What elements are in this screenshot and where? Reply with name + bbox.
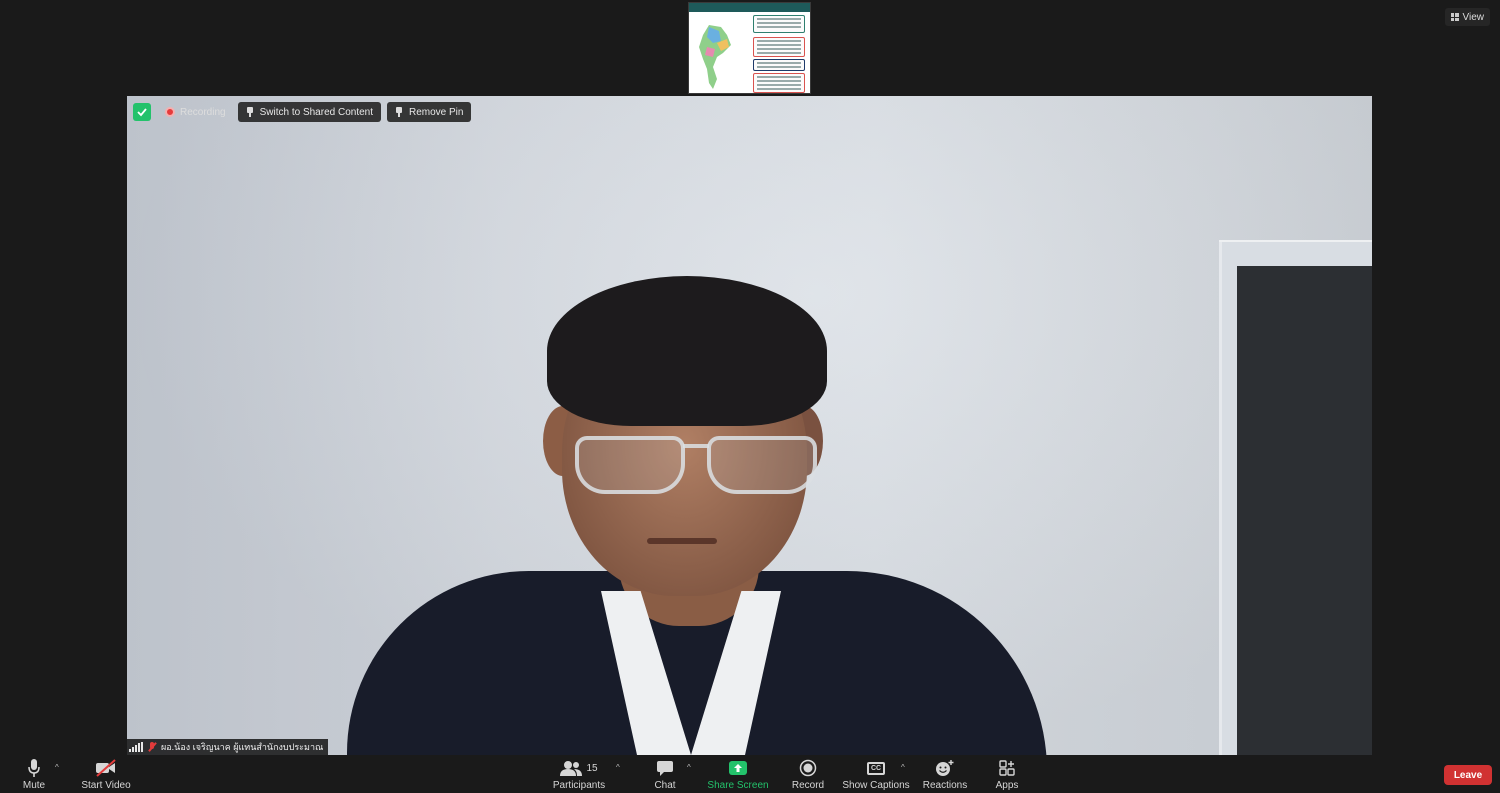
participants-button[interactable]: 15 Participants xyxy=(553,757,605,791)
chat-options-chevron-icon[interactable]: ^ xyxy=(687,763,691,772)
recording-indicator[interactable]: Recording xyxy=(157,102,232,122)
chat-button[interactable]: Chat xyxy=(650,757,680,791)
leave-button[interactable]: Leave xyxy=(1444,765,1492,785)
view-button-label: View xyxy=(1462,11,1485,23)
hair xyxy=(547,276,827,426)
muted-mic-icon xyxy=(148,742,156,752)
remove-pin-button[interactable]: Remove Pin xyxy=(387,102,472,122)
door xyxy=(1237,266,1372,755)
start-video-button[interactable]: Start Video xyxy=(80,757,132,791)
chat-bubble-icon xyxy=(656,757,674,779)
captions-icon: CC xyxy=(867,761,885,775)
audio-options-chevron-icon[interactable]: ^ xyxy=(55,763,59,772)
participants-options-chevron-icon[interactable]: ^ xyxy=(616,763,620,772)
participant-name-tag: ผอ.น้อง เจริญนาค ผู้แทนสำนักงบประมาณ xyxy=(127,739,329,755)
start-video-label: Start Video xyxy=(81,780,131,791)
zoom-meeting-window: View Recording Switch to Shared Content … xyxy=(0,0,1500,793)
thumbnail-box-3 xyxy=(753,59,805,71)
record-button[interactable]: Record xyxy=(790,757,826,791)
mute-button[interactable]: Mute xyxy=(18,757,50,791)
apps-icon xyxy=(999,757,1015,779)
apps-label: Apps xyxy=(995,780,1019,791)
recording-dot-icon xyxy=(165,107,175,117)
show-captions-label: Show Captions xyxy=(842,780,910,791)
reactions-button[interactable]: Reactions xyxy=(922,757,968,791)
main-video-feed[interactable] xyxy=(127,96,1372,755)
captions-icon-wrap: CC xyxy=(867,757,885,779)
show-captions-button[interactable]: CC Show Captions xyxy=(842,757,910,791)
reactions-smiley-icon xyxy=(935,757,955,779)
share-screen-label: Share Screen xyxy=(707,780,769,791)
signal-strength-icon xyxy=(129,742,143,752)
pin-icon xyxy=(246,107,254,117)
mute-label: Mute xyxy=(22,780,46,791)
participants-label: Participants xyxy=(552,780,606,791)
grid-view-icon xyxy=(1450,13,1459,21)
switch-label: Switch to Shared Content xyxy=(259,106,373,118)
eyeglasses xyxy=(575,436,825,498)
video-off-icon xyxy=(95,757,117,779)
share-screen-icon-wrap xyxy=(729,757,747,779)
record-label: Record xyxy=(791,780,825,791)
reactions-label: Reactions xyxy=(922,780,968,791)
meeting-toolbar: Mute ^ Start Video 15 Participants ^ Cha… xyxy=(0,755,1500,793)
video-overlay-controls: Recording Switch to Shared Content Remov… xyxy=(133,102,472,122)
apps-button[interactable]: Apps xyxy=(993,757,1021,791)
remove-pin-label: Remove Pin xyxy=(409,106,464,118)
thumbnail-box-1 xyxy=(753,15,805,33)
shared-content-thumbnail[interactable] xyxy=(688,2,811,94)
thumbnail-header-bar xyxy=(689,3,810,12)
chat-label: Chat xyxy=(654,780,676,791)
participant-name: ผอ.น้อง เจริญนาค ผู้แทนสำนักงบประมาณ xyxy=(161,742,324,752)
participant-person xyxy=(307,236,1067,755)
thumbnail-box-4 xyxy=(753,73,805,93)
thumbnail-box-2 xyxy=(753,37,805,57)
participants-count: 15 xyxy=(586,762,598,774)
view-button[interactable]: View xyxy=(1444,8,1490,26)
record-icon xyxy=(799,757,817,779)
captions-options-chevron-icon[interactable]: ^ xyxy=(901,763,905,772)
share-screen-icon xyxy=(729,761,747,775)
thailand-map-graphic xyxy=(699,25,731,89)
switch-to-shared-content-button[interactable]: Switch to Shared Content xyxy=(237,102,381,122)
recording-label: Recording xyxy=(180,106,226,118)
share-screen-button[interactable]: Share Screen xyxy=(707,757,769,791)
encryption-shield-icon[interactable] xyxy=(133,103,151,121)
pin-icon xyxy=(395,107,403,117)
microphone-icon xyxy=(27,757,41,779)
mouth xyxy=(647,538,717,544)
participants-icon: 15 xyxy=(560,757,598,779)
